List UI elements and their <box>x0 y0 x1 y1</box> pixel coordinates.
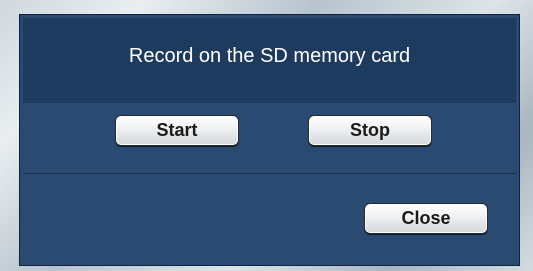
sd-record-dialog: Record on the SD memory card Start Stop … <box>19 14 520 266</box>
window-backdrop: Record on the SD memory card Start Stop … <box>0 0 533 271</box>
dialog-title: Record on the SD memory card <box>128 45 411 67</box>
start-button[interactable]: Start <box>115 115 239 146</box>
close-button[interactable]: Close <box>364 203 488 234</box>
dialog-header: Record on the SD memory card <box>23 18 516 103</box>
stop-button[interactable]: Stop <box>308 115 432 146</box>
divider <box>23 173 516 174</box>
